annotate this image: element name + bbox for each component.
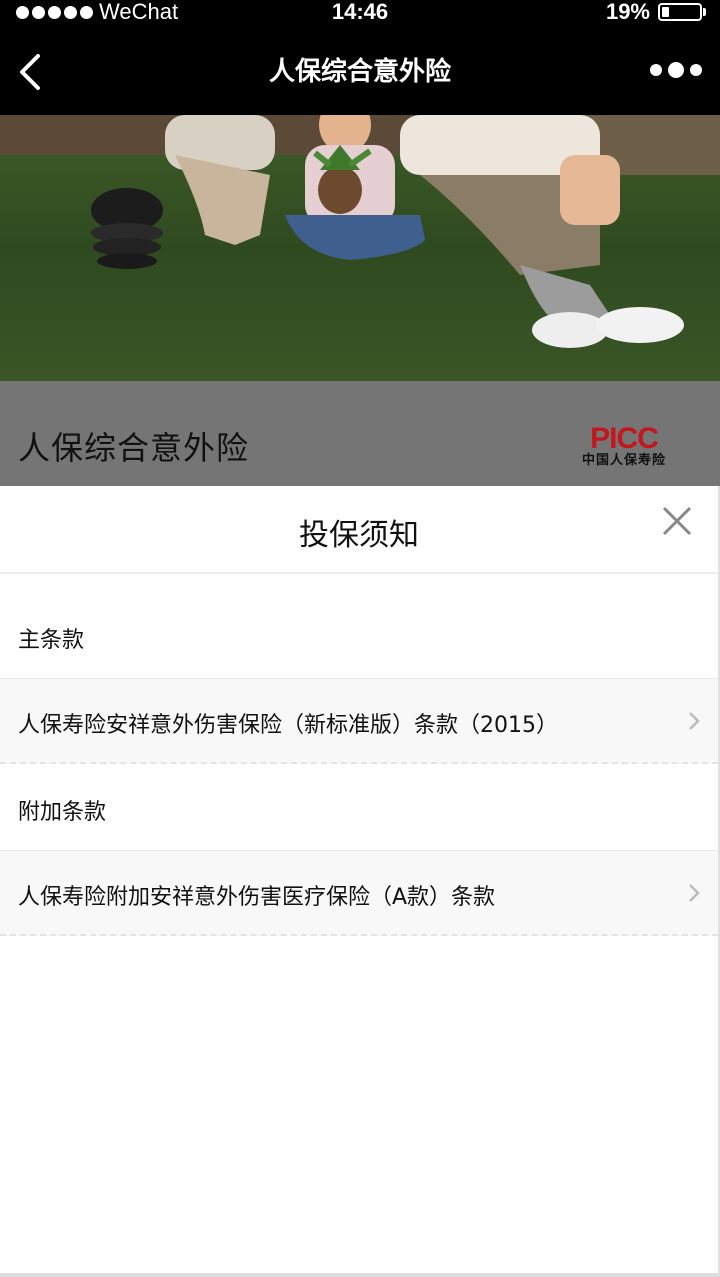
list-item[interactable]: 人保寿险附加安祥意外伤害医疗保险（A款）条款 — [0, 850, 718, 936]
close-button[interactable] — [660, 504, 694, 538]
notice-sheet: 投保须知 主条款 人保寿险安祥意外伤害保险（新标准版）条款（2015） 附加条款… — [0, 486, 720, 1277]
logo-subtext: 中国人保寿险 — [581, 453, 666, 468]
bottom-divider — [0, 1273, 720, 1277]
sheet-header: 投保须知 — [0, 486, 718, 574]
more-menu-button[interactable] — [650, 62, 702, 78]
list-item-label: 人保寿险附加安祥意外伤害医疗保险（A款）条款 — [18, 885, 496, 910]
logo-text: PICC — [590, 422, 659, 455]
picc-logo: PICC 中国人保寿险 — [568, 422, 680, 473]
chevron-right-icon — [689, 712, 700, 730]
product-title: 人保综合意外险 — [18, 429, 250, 467]
hero-image — [0, 115, 720, 381]
battery-icon — [658, 3, 706, 21]
status-bar: WeChat 14:46 19% — [0, 0, 720, 24]
hero-caption: 人保综合意外险 PICC 中国人保寿险 — [0, 381, 720, 486]
sheet-title: 投保须知 — [299, 518, 419, 553]
more-dot-icon — [668, 62, 684, 78]
battery-area: 19% — [606, 0, 706, 24]
more-dot-icon — [650, 64, 662, 76]
list-item-label: 人保寿险安祥意外伤害保险（新标准版）条款（2015） — [18, 713, 558, 738]
close-icon — [662, 506, 692, 536]
list-item[interactable]: 人保寿险安祥意外伤害保险（新标准版）条款（2015） — [0, 678, 718, 764]
main-terms-heading: 主条款 — [18, 628, 85, 653]
addon-terms-heading: 附加条款 — [18, 800, 107, 825]
battery-percent: 19% — [605, 0, 650, 24]
nav-bar: 人保综合意外险 — [0, 24, 720, 115]
more-dot-icon — [690, 64, 702, 76]
chevron-right-icon — [689, 884, 700, 902]
page-title: 人保综合意外险 — [268, 57, 451, 87]
